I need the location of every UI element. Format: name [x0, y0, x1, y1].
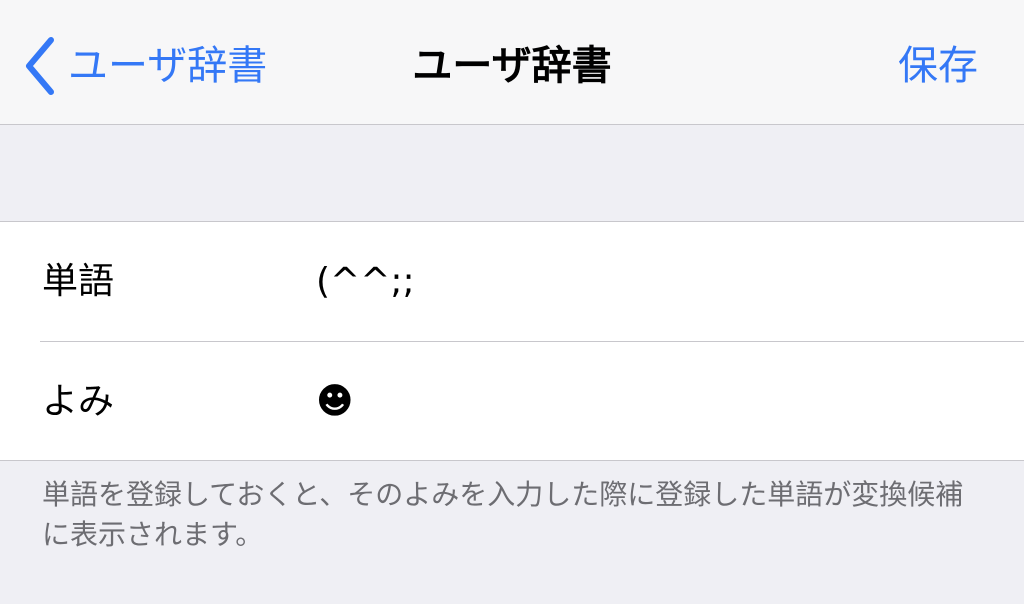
reading-row[interactable]: よみ ☻: [0, 342, 1024, 461]
reading-label: よみ: [42, 381, 115, 422]
navigation-bar: ユーザ辞書 ユーザ辞書 保存: [0, 0, 1024, 125]
user-dictionary-edit-screen: ユーザ辞書 ユーザ辞書 保存 単語 (^^;; よみ ☻ 単語を登録しておくと、…: [0, 0, 1024, 604]
chevron-left-icon[interactable]: [22, 34, 58, 98]
word-field[interactable]: (^^;;: [316, 222, 996, 341]
footer-note: 単語を登録しておくと、そのよみを入力した際に登録した単語が変換候補に表示されます…: [42, 478, 964, 551]
word-row[interactable]: 単語 (^^;;: [0, 222, 1024, 342]
word-label: 単語: [42, 261, 115, 302]
save-button[interactable]: 保存: [898, 34, 978, 98]
reading-field[interactable]: ☻: [316, 342, 996, 461]
dictionary-entry-form: 単語 (^^;; よみ ☻: [0, 221, 1024, 461]
back-button[interactable]: ユーザ辞書: [22, 34, 267, 98]
back-button-label[interactable]: ユーザ辞書: [68, 34, 267, 98]
